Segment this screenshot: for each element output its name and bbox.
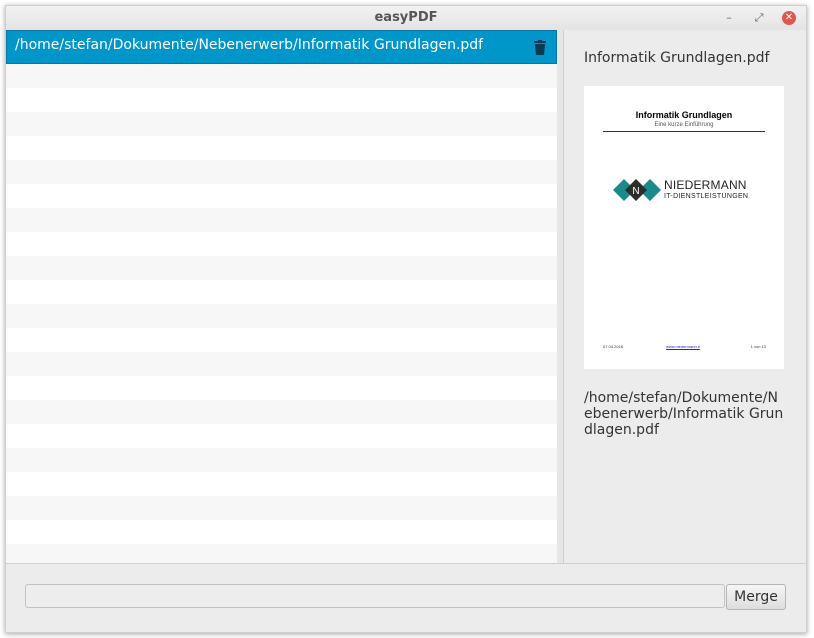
window-title: easyPDF bbox=[374, 10, 438, 25]
list-item-empty bbox=[6, 64, 557, 88]
list-item-empty bbox=[6, 352, 557, 376]
preview-panel: Informatik Grundlagen.pdf Informatik Gru… bbox=[564, 30, 806, 563]
niedermann-logo-icon: N bbox=[613, 179, 661, 201]
list-item-empty bbox=[6, 184, 557, 208]
list-item-empty bbox=[6, 136, 557, 160]
thumbnail-footer-date: 07.04.2018 bbox=[603, 344, 624, 349]
list-item-empty bbox=[6, 520, 557, 544]
thumbnail-divider bbox=[603, 131, 765, 132]
file-list-item-selected[interactable]: /home/stefan/Dokumente/Nebenerwerb/Infor… bbox=[6, 30, 557, 64]
thumbnail-doc-title: Informatik Grundlagen bbox=[635, 110, 733, 120]
thumbnail-footer-url: www.niedermann.it bbox=[666, 344, 700, 349]
minimize-icon[interactable]: – bbox=[722, 11, 736, 25]
list-item-empty bbox=[6, 448, 557, 472]
thumbnail-brand-name: NIEDERMANN bbox=[664, 178, 747, 192]
list-item-empty bbox=[6, 232, 557, 256]
file-path-label: /home/stefan/Dokumente/Nebenerwerb/Infor… bbox=[15, 37, 484, 53]
list-item-empty bbox=[6, 88, 557, 112]
pdf-thumbnail: Informatik Grundlagen Eine kurze Einführ… bbox=[584, 86, 784, 369]
list-item-empty bbox=[6, 160, 557, 184]
logo-letter: N bbox=[632, 186, 639, 197]
list-item-empty bbox=[6, 400, 557, 424]
thumbnail-footer-page: 1 von 13 bbox=[750, 344, 766, 349]
bottom-bar: Merge bbox=[6, 563, 806, 632]
preview-filename: Informatik Grundlagen.pdf bbox=[584, 50, 770, 66]
list-item-empty bbox=[6, 544, 557, 563]
titlebar[interactable]: easyPDF – ⤢ ✕ bbox=[6, 6, 806, 31]
list-item-empty bbox=[6, 472, 557, 496]
list-item-empty bbox=[6, 328, 557, 352]
list-item-empty bbox=[6, 424, 557, 448]
output-path-input[interactable] bbox=[25, 584, 725, 608]
list-item-empty bbox=[6, 208, 557, 232]
list-item-empty bbox=[6, 376, 557, 400]
maximize-icon[interactable]: ⤢ bbox=[752, 11, 766, 25]
list-item-empty bbox=[6, 112, 557, 136]
close-icon[interactable]: ✕ bbox=[782, 11, 796, 25]
trash-icon[interactable] bbox=[534, 40, 546, 55]
thumbnail-brand-tagline: IT-DIENSTLEISTUNGEN bbox=[664, 193, 749, 200]
preview-full-path: /home/stefan/Dokumente/Nebenerwerb/Infor… bbox=[584, 390, 784, 438]
pane-splitter[interactable] bbox=[557, 30, 564, 563]
list-item-empty bbox=[6, 280, 557, 304]
list-item-empty bbox=[6, 256, 557, 280]
app-window: easyPDF – ⤢ ✕ /home/stefan/Dokumente/Neb… bbox=[5, 5, 807, 633]
merge-button[interactable]: Merge bbox=[726, 584, 786, 610]
thumbnail-doc-subtitle: Eine kurze Einführung bbox=[654, 122, 714, 128]
list-item-empty bbox=[6, 304, 557, 328]
list-item-empty bbox=[6, 496, 557, 520]
file-list[interactable]: /home/stefan/Dokumente/Nebenerwerb/Infor… bbox=[6, 30, 558, 563]
